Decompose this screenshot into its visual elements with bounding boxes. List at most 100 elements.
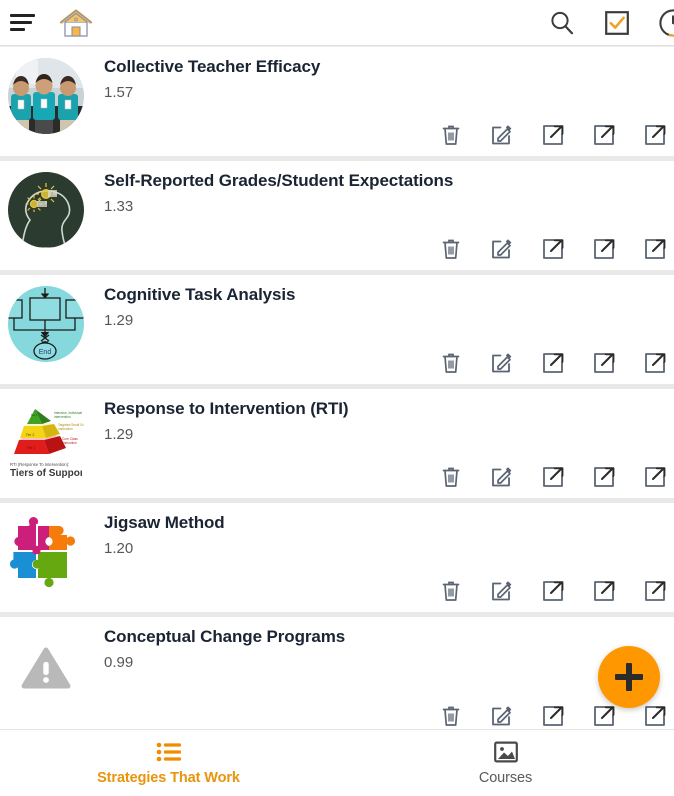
pencil-square-icon [492,581,512,601]
strategy-info: Cognitive Task Analysis 1.29 [104,283,662,332]
edit-button[interactable] [489,236,515,262]
delete-button[interactable] [438,578,464,604]
pencil-square-icon [492,125,512,145]
nav-item-strategies[interactable]: Strategies That Work [0,730,337,796]
delete-button[interactable] [438,122,464,148]
open-link-1-button[interactable] [540,350,566,376]
strategy-score: 0.99 [104,654,134,671]
svg-text:Tier 1: Tier 1 [27,446,36,450]
strategy-title: Jigsaw Method [104,513,225,532]
row-actions [438,350,668,376]
open-link-2-button[interactable] [591,578,617,604]
external-link-icon [594,706,615,726]
list-item[interactable]: Collective Teacher Efficacy 1.57 [0,47,674,156]
svg-text:Instruction: Instruction [62,441,77,445]
svg-text:RTI (Response To Intervention): RTI (Response To Intervention): [10,462,69,467]
strategy-score: 1.57 [104,84,134,101]
strategy-thumbnail: End [8,286,84,362]
flowchart-diagram-teal-icon: End [8,286,84,362]
strategy-info: Conceptual Change Programs 0.99 [104,625,662,674]
open-link-3-button[interactable] [642,350,668,376]
open-link-3-button[interactable] [642,122,668,148]
strategy-score: 1.29 [104,312,134,329]
external-link-icon [543,239,564,259]
external-link-icon [543,467,564,487]
clock-history-icon-svg [659,8,674,37]
pencil-square-icon [492,239,512,259]
checkbox-checked-icon[interactable] [604,10,630,36]
broken-image-warning-placeholder-icon [8,628,84,704]
clock-history-icon[interactable] [658,8,674,38]
edit-button[interactable] [489,464,515,490]
open-link-3-button[interactable] [642,703,668,729]
search-icon[interactable] [548,9,576,37]
open-link-1-button[interactable] [540,236,566,262]
external-link-icon [543,125,564,145]
delete-button[interactable] [438,236,464,262]
jigsaw-puzzle-pieces-icon [8,514,84,590]
strategy-thumbnail [8,514,84,590]
external-link-icon [594,581,615,601]
trash-icon [442,467,460,487]
strategy-thumbnail [8,172,84,248]
open-link-1-button[interactable] [540,464,566,490]
hamburger-menu-icon[interactable] [10,12,38,34]
external-link-icon [645,239,666,259]
delete-button[interactable] [438,350,464,376]
open-link-3-button[interactable] [642,236,668,262]
edit-button[interactable] [489,350,515,376]
list-icon [156,742,181,762]
strategy-list[interactable]: Collective Teacher Efficacy 1.57 Self-Re… [0,47,674,796]
open-link-3-button[interactable] [642,464,668,490]
open-link-2-button[interactable] [591,703,617,729]
edit-button[interactable] [489,122,515,148]
delete-button[interactable] [438,703,464,729]
open-link-3-button[interactable] [642,578,668,604]
strategy-thumbnail [8,58,84,134]
list-item[interactable]: Intensive, Individual Intervention Targe… [0,389,674,498]
home-icon[interactable] [56,6,96,40]
edit-button[interactable] [489,578,515,604]
external-link-icon [645,467,666,487]
open-link-2-button[interactable] [591,122,617,148]
strategy-info: Self-Reported Grades/Student Expectation… [104,169,662,218]
edit-button[interactable] [489,703,515,729]
list-item[interactable]: Self-Reported Grades/Student Expectation… [0,161,674,270]
external-link-icon [594,467,615,487]
add-strategy-button[interactable] [598,646,660,708]
row-actions [438,578,668,604]
header-left-group [0,6,96,40]
list-item[interactable]: Jigsaw Method 1.20 [0,503,674,612]
external-link-icon [645,581,666,601]
open-link-1-button[interactable] [540,703,566,729]
strategy-info: Collective Teacher Efficacy 1.57 [104,55,662,104]
nav-item-courses[interactable]: Courses [337,730,674,796]
pencil-square-icon [492,353,512,373]
delete-button[interactable] [438,464,464,490]
svg-text:End: End [39,349,52,356]
external-link-icon [645,706,666,726]
list-item[interactable]: Conceptual Change Programs 0.99 [0,617,674,737]
svg-text:Instruction: Instruction [58,427,73,431]
nav-label-courses: Courses [478,770,533,786]
home-icon-svg [59,8,93,37]
checkbox-checked-icon-svg [605,10,629,35]
rti-tiered-pyramid-icon: Intensive, Individual Intervention Targe… [4,396,94,482]
strategy-score: 1.33 [104,198,134,215]
bottom-navigation: Strategies That Work Courses [0,729,674,796]
open-link-1-button[interactable] [540,122,566,148]
external-link-icon [594,125,615,145]
svg-text:Tier 3: Tier 3 [31,413,38,417]
strategy-title: Conceptual Change Programs [104,627,346,646]
open-link-2-button[interactable] [591,464,617,490]
svg-text:Intervention: Intervention [54,415,71,419]
open-link-2-button[interactable] [591,350,617,376]
list-item[interactable]: End Cognitive Task Analysis 1.29 [0,275,674,384]
external-link-icon [543,581,564,601]
external-link-icon [594,239,615,259]
open-link-2-button[interactable] [591,236,617,262]
trash-icon [442,353,460,373]
header-right-group [548,8,674,38]
open-link-1-button[interactable] [540,578,566,604]
svg-text:Tier 2: Tier 2 [26,433,35,437]
